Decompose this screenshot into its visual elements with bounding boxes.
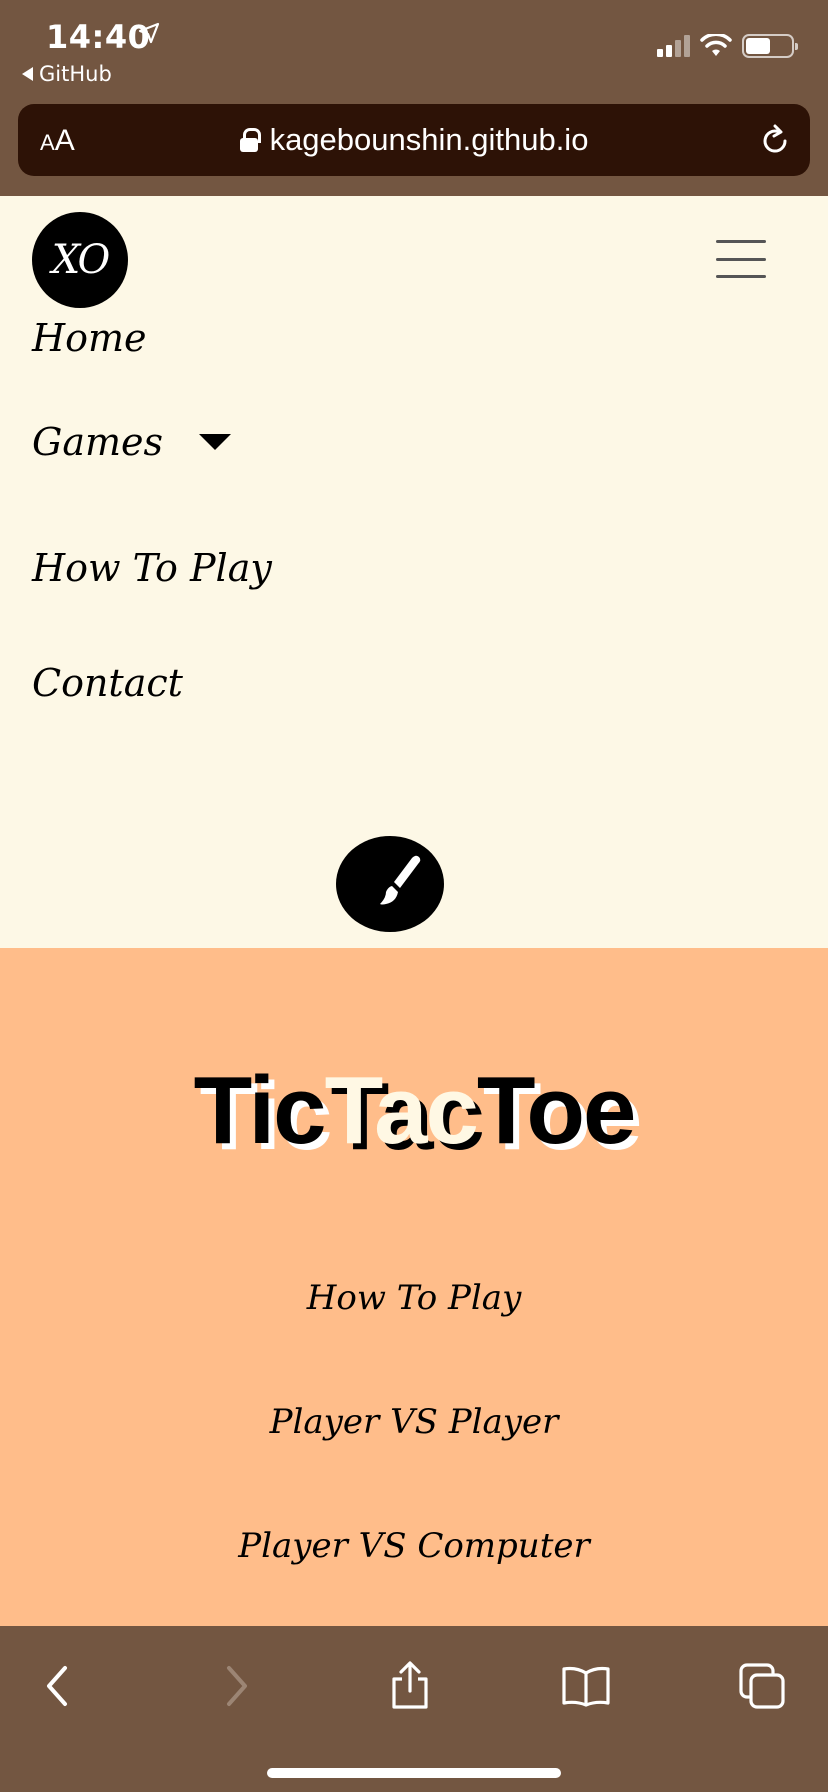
home-indicator[interactable]: [267, 1768, 561, 1778]
player-vs-computer-link[interactable]: Player VS Computer: [0, 1526, 828, 1566]
safari-bottom-toolbar: [0, 1626, 828, 1792]
hero-title: TicTacToe: [193, 1057, 637, 1164]
signal-icon: [657, 35, 690, 57]
address-bar[interactable]: AA kagebounshin.github.io: [18, 104, 810, 176]
nav-item-contact[interactable]: Contact: [32, 661, 183, 705]
url-display[interactable]: kagebounshin.github.io: [18, 122, 810, 158]
share-icon: [392, 1661, 428, 1709]
back-button[interactable]: [28, 1656, 88, 1716]
share-button[interactable]: [380, 1656, 440, 1716]
site-logo[interactable]: XO: [32, 212, 128, 308]
tabs-icon: [739, 1663, 785, 1709]
tabs-button[interactable]: [732, 1656, 792, 1716]
forward-icon: [227, 1666, 247, 1706]
back-icon: [47, 1666, 67, 1706]
back-triangle-icon: [22, 67, 33, 81]
location-arrow-icon: [138, 22, 160, 44]
wifi-icon: [700, 34, 732, 56]
forward-button[interactable]: [206, 1656, 266, 1716]
menu-icon[interactable]: [716, 240, 766, 278]
how-to-play-link[interactable]: How To Play: [0, 1278, 828, 1318]
back-to-app-link[interactable]: GitHub: [22, 62, 112, 86]
dropdown-caret-icon: [199, 434, 232, 450]
nav-item-games[interactable]: Games: [32, 420, 232, 464]
safari-top-chrome: 14:40 GitHub AA kagebounshin.github.io: [0, 0, 828, 196]
nav-item-home[interactable]: Home: [32, 316, 147, 360]
hero-section: TicTacToe How To Play Player VS Player P…: [0, 948, 828, 1626]
theme-toggle-button[interactable]: [336, 836, 444, 932]
reload-icon[interactable]: [758, 124, 792, 158]
url-text: kagebounshin.github.io: [269, 122, 589, 157]
bookmarks-icon: [562, 1666, 610, 1707]
battery-icon: [742, 34, 798, 58]
bookmarks-button[interactable]: [556, 1656, 616, 1716]
status-time: 14:40: [46, 18, 151, 56]
player-vs-player-link[interactable]: Player VS Player: [0, 1402, 828, 1442]
back-app-label: GitHub: [39, 62, 112, 86]
site-navigation: XO Home Games How To Play Contact: [0, 196, 828, 948]
nav-item-how-to-play[interactable]: How To Play: [32, 546, 272, 590]
paintbrush-icon: [380, 855, 421, 905]
lock-icon: [239, 128, 261, 152]
status-icons: [657, 34, 798, 58]
